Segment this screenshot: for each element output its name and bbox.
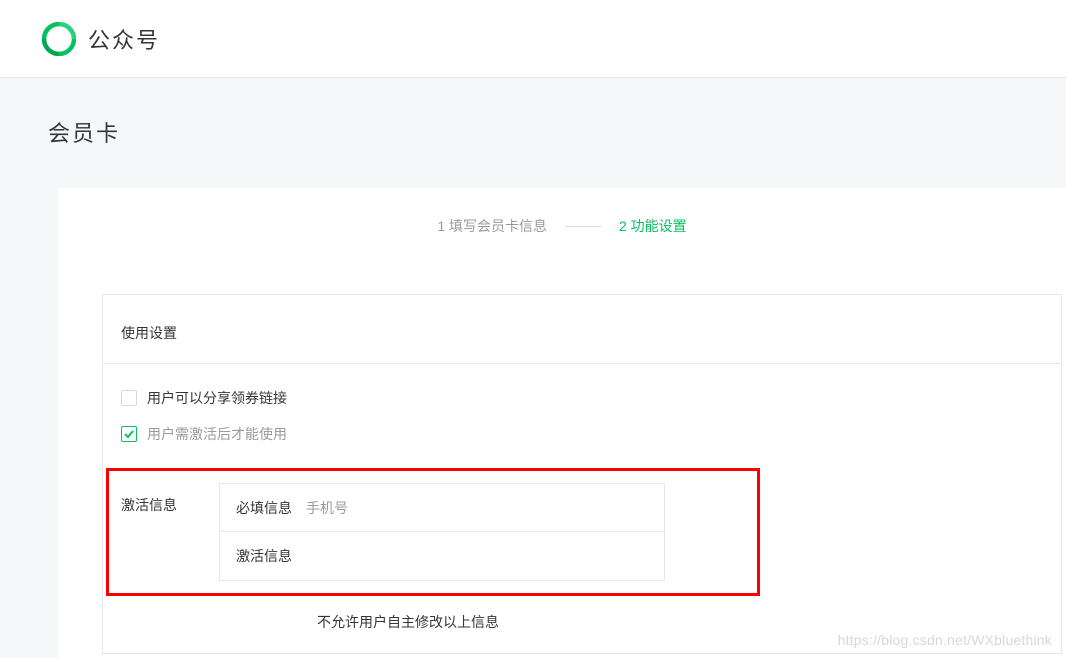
main-panel: 1 填写会员卡信息 2 功能设置 使用设置 用户可以分享领券链接 用户需激活后才… xyxy=(58,188,1066,658)
wechat-logo-icon xyxy=(42,22,76,56)
checkbox-share-link[interactable]: 用户可以分享领券链接 xyxy=(121,388,1061,408)
row-value: 手机号 xyxy=(306,498,348,518)
checkbox-icon[interactable] xyxy=(121,426,137,442)
activation-highlight-box: 激活信息 必填信息 手机号 激活信息 xyxy=(106,468,760,596)
checkbox-label: 用户需激活后才能使用 xyxy=(147,424,287,444)
step-1[interactable]: 1 填写会员卡信息 xyxy=(437,216,547,236)
logo: 公众号 xyxy=(42,22,160,56)
row-label: 必填信息 xyxy=(236,498,292,518)
page-title: 会员卡 xyxy=(48,116,1066,148)
app-header: 公众号 xyxy=(0,0,1066,78)
activation-note: 不允许用户自主修改以上信息 xyxy=(103,596,1061,632)
logo-text: 公众号 xyxy=(88,23,160,55)
step-indicator: 1 填写会员卡信息 2 功能设置 xyxy=(58,188,1066,254)
checkbox-group: 用户可以分享领券链接 用户需激活后才能使用 xyxy=(103,364,1061,468)
checkbox-require-activation[interactable]: 用户需激活后才能使用 xyxy=(121,424,1061,444)
checkbox-icon[interactable] xyxy=(121,390,137,406)
settings-card: 使用设置 用户可以分享领券链接 用户需激活后才能使用 激活信息 必填信息 手机 xyxy=(102,294,1062,654)
activation-label: 激活信息 xyxy=(121,483,219,581)
step-2[interactable]: 2 功能设置 xyxy=(619,216,687,236)
checkbox-label: 用户可以分享领券链接 xyxy=(147,388,287,408)
step-divider xyxy=(565,226,601,227)
row-label: 激活信息 xyxy=(236,546,292,566)
activation-info-table: 必填信息 手机号 激活信息 xyxy=(219,483,665,581)
table-row[interactable]: 必填信息 手机号 xyxy=(220,484,664,532)
section-title: 使用设置 xyxy=(103,323,1061,364)
table-row[interactable]: 激活信息 xyxy=(220,532,664,580)
page-title-wrap: 会员卡 xyxy=(0,78,1066,148)
watermark: https://blog.csdn.net/WXbluethink xyxy=(838,632,1052,648)
